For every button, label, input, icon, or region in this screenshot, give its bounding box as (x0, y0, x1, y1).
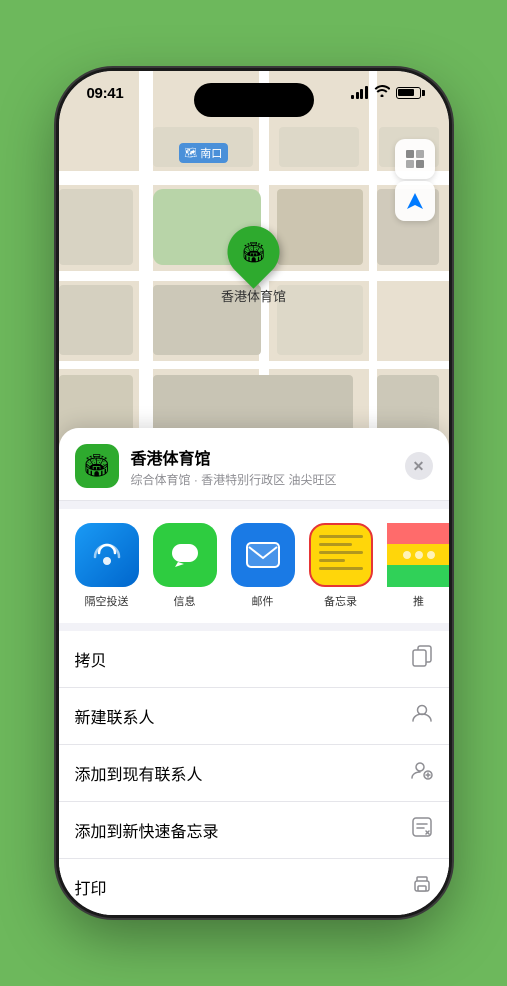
notes-label: 备忘录 (324, 593, 357, 609)
messages-label: 信息 (174, 593, 196, 609)
add-contact-icon (411, 759, 433, 787)
print-icon (411, 873, 433, 901)
notes-icon (309, 523, 373, 587)
location-pin: 🏟 香港体育馆 (221, 226, 286, 305)
map-type-button[interactable] (395, 139, 435, 179)
mail-icon (231, 523, 295, 587)
dynamic-island (194, 83, 314, 117)
share-item-notes[interactable]: 备忘录 (309, 523, 373, 609)
more-icon (387, 523, 449, 587)
messages-icon (153, 523, 217, 587)
map-controls (395, 139, 435, 221)
battery-icon (396, 87, 421, 99)
copy-icon (411, 645, 433, 673)
venue-header: 🏟 香港体育馆 综合体育馆 · 香港特别行政区 油尖旺区 ✕ (59, 428, 449, 501)
airdrop-label: 隔空投送 (85, 593, 129, 609)
phone-frame: 09:41 (59, 71, 449, 915)
navigate-button[interactable] (395, 181, 435, 221)
mail-label: 邮件 (252, 593, 274, 609)
wifi-icon (374, 85, 390, 100)
bottom-sheet: 🏟 香港体育馆 综合体育馆 · 香港特别行政区 油尖旺区 ✕ 隔空投送 (59, 428, 449, 915)
menu-item-add-to-contact[interactable]: 添加到现有联系人 (59, 745, 449, 802)
menu-item-quick-note[interactable]: 添加到新快速备忘录 (59, 802, 449, 859)
share-item-mail[interactable]: 邮件 (231, 523, 295, 609)
menu-item-print[interactable]: 打印 (59, 859, 449, 915)
share-item-more[interactable]: 推 (387, 523, 449, 609)
airdrop-icon (75, 523, 139, 587)
more-label: 推 (413, 593, 424, 609)
map-label: 🗺 南口 (179, 143, 229, 163)
venue-icon: 🏟 (75, 444, 119, 488)
new-contact-icon (411, 702, 433, 730)
quick-note-icon (411, 816, 433, 844)
signal-icon (351, 86, 368, 99)
menu-item-new-contact[interactable]: 新建联系人 (59, 688, 449, 745)
close-button[interactable]: ✕ (405, 452, 433, 480)
menu-item-copy[interactable]: 拷贝 (59, 631, 449, 688)
menu-list: 拷贝 新建联系人 添 (59, 631, 449, 915)
venue-name: 香港体育馆 (131, 445, 393, 469)
venue-info: 香港体育馆 综合体育馆 · 香港特别行政区 油尖旺区 (131, 445, 393, 488)
status-icons (351, 85, 421, 100)
share-actions-row: 隔空投送 信息 (59, 509, 449, 623)
share-item-airdrop[interactable]: 隔空投送 (75, 523, 139, 609)
status-time: 09:41 (87, 85, 124, 102)
venue-subtitle: 综合体育馆 · 香港特别行政区 油尖旺区 (131, 471, 393, 488)
share-item-messages[interactable]: 信息 (153, 523, 217, 609)
